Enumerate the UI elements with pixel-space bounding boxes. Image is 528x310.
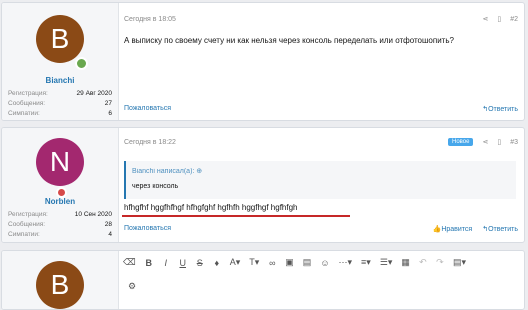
post-body: hfhgfhf hggfhfhgf hfhgfghf hgfhfh hggfhg… [124,203,298,212]
link-icon[interactable]: ∞ [268,258,276,268]
quote-block: Bianchi написал(а): ⊕ через консоль [124,161,516,199]
user-stats: Регистрация: 29 Авг 2020 Сообщения: 27 Сим… [8,90,112,117]
red-underline [122,215,350,217]
italic-icon[interactable]: I [162,258,170,268]
reply-editor: B ⌫ B I U S ♦ A▾ T▾ ∞ ▣ ▤ ☺ ⋯▾ ≡▾ ☰▾ ▦ ↶… [1,250,525,310]
bookmark-icon[interactable]: ▯ [497,138,501,146]
user-sidebar: N Norblen Регистрация: 10 Сен 2020 Сообще… [2,128,119,242]
strikethrough-icon[interactable]: S [196,258,204,268]
new-badge: Новое [448,138,474,146]
report-link[interactable]: Пожаловаться [124,225,171,233]
avatar[interactable]: N [36,138,84,186]
reply-button[interactable]: ↰Ответить [482,105,518,113]
post-body: А выписку по своему счету ни как нельзя … [124,36,454,45]
undo-icon[interactable]: ↶ [419,257,427,268]
drafts-icon[interactable]: ▤▾ [453,257,466,268]
post-actions: Пожаловаться ↰Ответить [124,105,518,113]
username-link[interactable]: Bianchi [2,76,118,85]
bold-icon[interactable]: B [145,258,153,268]
color-icon[interactable]: ♦ [213,258,221,268]
thumbs-up-icon: 👍 [432,226,442,233]
eraser-icon[interactable]: ⌫ [123,257,136,268]
report-link[interactable]: Пожаловаться [124,105,171,113]
post-2: B Bianchi Регистрация: 29 Авг 2020 Сообще… [1,2,525,121]
media-icon[interactable]: ▤ [303,257,312,268]
align-icon[interactable]: ≡▾ [361,257,371,268]
table-icon[interactable]: ▦ [401,257,410,268]
post-date[interactable]: Сегодня в 18:22 [124,139,176,146]
avatar[interactable]: B [36,15,84,63]
username-link[interactable]: Norblen [2,197,118,206]
user-stats: Регистрация: 10 Сен 2020 Сообщения: 28 Сим… [8,211,112,238]
quote-author[interactable]: Bianchi написал(а): ⊕ [126,161,516,179]
post-3: N Norblen Регистрация: 10 Сен 2020 Сообще… [1,127,525,243]
more-icon[interactable]: ⋯▾ [339,257,353,268]
online-indicator [75,57,88,70]
settings-icon[interactable]: ⚙ [128,281,136,292]
font-family-icon[interactable]: T▾ [249,257,259,268]
share-icon[interactable]: ⋖ [482,15,488,23]
post-tools: ⋖ ▯ #2 [482,15,518,24]
post-number[interactable]: #2 [510,16,518,23]
share-icon[interactable]: ⋖ [482,138,488,146]
user-sidebar: B Bianchi Регистрация: 29 Авг 2020 Сообще… [2,3,119,120]
post-actions: Пожаловаться 👍Нравится ↰Ответить [124,225,518,233]
image-icon[interactable]: ▣ [285,257,294,268]
like-button[interactable]: 👍Нравится [433,225,473,233]
redo-icon[interactable]: ↷ [436,257,444,268]
post-date[interactable]: Сегодня в 18:05 [124,16,176,23]
quote-text: через консоль [126,179,516,196]
list-icon[interactable]: ☰▾ [380,257,393,268]
underline-icon[interactable]: U [179,258,187,268]
post-number[interactable]: #3 [510,139,518,146]
editor-toolbar: ⌫ B I U S ♦ A▾ T▾ ∞ ▣ ▤ ☺ ⋯▾ ≡▾ ☰▾ ▦ ↶ ↷… [123,257,518,268]
post-tools: Новое ⋖ ▯ #3 [448,138,518,146]
user-sidebar: B [2,251,119,309]
smilie-icon[interactable]: ☺ [320,258,329,268]
expand-quote-icon[interactable]: ⊕ [196,168,202,175]
font-size-icon[interactable]: A▾ [230,257,241,268]
bookmark-icon[interactable]: ▯ [497,15,501,23]
avatar: B [36,261,84,309]
reply-button[interactable]: ↰Ответить [482,225,518,233]
